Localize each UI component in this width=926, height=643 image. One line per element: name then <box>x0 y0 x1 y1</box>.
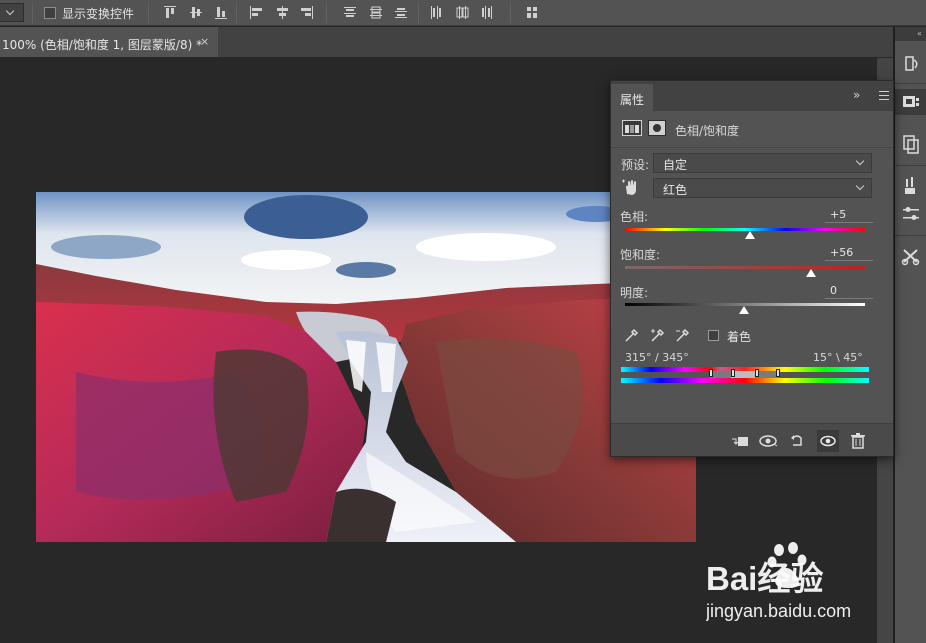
eyedropper-subtract-icon[interactable] <box>674 328 690 344</box>
hue-saturation-icon <box>625 125 639 133</box>
auto-align-icon[interactable] <box>524 4 540 21</box>
clip-to-layer-icon[interactable] <box>729 430 751 452</box>
lightness-label: 明度: <box>620 286 649 300</box>
hue-label: 色相: <box>620 210 649 224</box>
panel-menu-icon[interactable] <box>879 91 889 100</box>
align-top-edges-icon[interactable] <box>162 4 178 21</box>
chevron-down-icon <box>855 156 865 166</box>
layer-comps-icon <box>903 135 919 154</box>
channel-value: 红色 <box>663 183 688 197</box>
distribute-bottom-icon[interactable] <box>393 4 409 21</box>
tab-properties[interactable]: 属性 <box>611 84 653 111</box>
hue-slider-thumb[interactable] <box>745 231 755 239</box>
align-right-edges-icon[interactable] <box>299 4 315 21</box>
range-handle-left-inner[interactable] <box>731 369 735 377</box>
toggle-visibility-icon[interactable] <box>817 430 839 452</box>
dock-divider <box>895 235 926 236</box>
range-left-values: 315° / 345° <box>625 351 689 364</box>
adjustment-name: 色相/饱和度 <box>675 124 740 138</box>
color-range-bar[interactable] <box>709 371 779 378</box>
tab-properties-label: 属性 <box>620 93 645 107</box>
hue-value[interactable]: +5 <box>825 208 873 223</box>
saturation-slider-track[interactable] <box>625 266 865 269</box>
show-transform-controls-label: 显示变换控件 <box>62 7 135 21</box>
lightness-slider-thumb[interactable] <box>739 306 749 314</box>
toolbar-divider <box>418 3 419 23</box>
toolbar-divider <box>510 3 511 23</box>
document-tab[interactable]: 100% (色相/饱和度 1, 图层蒙版/8) * × <box>0 27 218 57</box>
range-right-values: 15° \ 45° <box>813 351 863 364</box>
adjustments-panel-button[interactable] <box>895 201 926 227</box>
toolbar-divider <box>148 3 149 23</box>
collapse-panel-icon[interactable]: » <box>853 88 860 102</box>
align-vertical-centers-icon[interactable] <box>188 4 204 21</box>
saturation-label: 饱和度: <box>620 248 661 262</box>
document-tab-title: 100% (色相/饱和度 1, 图层蒙版/8) * <box>2 38 203 52</box>
show-transform-controls-checkbox[interactable] <box>44 7 56 19</box>
document-image[interactable] <box>36 192 696 542</box>
dock-header[interactable]: « <box>895 27 926 41</box>
distribute-horizontal-centers-icon[interactable] <box>454 4 470 21</box>
distribute-left-icon[interactable] <box>428 4 444 21</box>
auto-select-dropdown[interactable] <box>0 3 24 22</box>
range-handle-right-inner[interactable] <box>755 369 759 377</box>
chevron-down-icon <box>5 6 15 16</box>
chevron-down-icon <box>855 181 865 191</box>
align-bottom-edges-icon[interactable] <box>213 4 229 21</box>
baidu-jingyan-watermark: Bai经验 jingyan.baidu.com <box>706 542 851 621</box>
brush-icon <box>905 177 915 194</box>
tool-presets-panel-button[interactable] <box>895 243 926 269</box>
view-previous-state-icon[interactable] <box>757 430 779 452</box>
properties-panel-button[interactable] <box>895 89 926 115</box>
watermark-logo-text: Bai经验 <box>706 560 823 597</box>
saturation-value[interactable]: +56 <box>825 246 873 261</box>
distribute-top-icon[interactable] <box>342 4 358 21</box>
lightness-value[interactable]: 0 <box>825 284 873 299</box>
distribute-right-icon[interactable] <box>479 4 495 21</box>
layer-comps-panel-button[interactable] <box>895 131 926 157</box>
photoshop-window: 显示变换控件 100% (色相/饱和度 1, 图层蒙版/8) * × « 属性 … <box>0 0 926 643</box>
properties-icon <box>903 96 919 107</box>
expand-panels-icon[interactable]: « <box>917 29 922 38</box>
layer-mask-icon[interactable] <box>648 120 666 136</box>
delete-icon[interactable] <box>847 430 869 452</box>
eyedropper-add-icon[interactable] <box>649 328 665 344</box>
range-handle-left-outer[interactable] <box>709 369 713 377</box>
document-tab-bar: 100% (色相/饱和度 1, 图层蒙版/8) * × <box>0 27 893 57</box>
preset-value: 自定 <box>663 158 688 172</box>
toolbar-divider <box>236 3 237 23</box>
close-icon[interactable]: × <box>200 35 209 48</box>
channel-select[interactable]: 红色 <box>653 178 872 198</box>
adjustments-icon <box>903 207 919 220</box>
panel-divider <box>611 147 893 148</box>
panel-dock: « <box>895 27 926 643</box>
watermark-url: jingyan.baidu.com <box>706 601 851 621</box>
align-left-edges-icon[interactable] <box>248 4 264 21</box>
options-bar: 显示变换控件 <box>0 0 926 26</box>
targeted-adjustment-hand-icon[interactable] <box>621 178 641 198</box>
eyedropper-icon[interactable] <box>623 328 639 344</box>
saturation-slider-thumb[interactable] <box>806 269 816 277</box>
colorize-label: 着色 <box>727 330 752 344</box>
reset-icon[interactable] <box>786 430 808 452</box>
dock-divider <box>895 165 926 166</box>
history-panel-button[interactable] <box>895 51 926 77</box>
dock-divider <box>895 83 926 84</box>
input-color-spectrum <box>621 378 869 383</box>
history-icon <box>905 56 918 71</box>
range-handle-right-outer[interactable] <box>776 369 780 377</box>
preset-label: 预设: <box>621 158 650 172</box>
distribute-vertical-centers-icon[interactable] <box>368 4 384 21</box>
properties-footer <box>611 423 893 456</box>
preset-select[interactable]: 自定 <box>653 153 872 173</box>
adjustment-layer-icon[interactable] <box>622 120 642 136</box>
brush-panel-button[interactable] <box>895 173 926 199</box>
tools-presets-icon <box>901 249 920 266</box>
align-horizontal-centers-icon[interactable] <box>274 4 290 21</box>
properties-panel: 属性 » 色相/饱和度 预设: 自定 红色 色相: +5 饱和度: +56 明度… <box>610 80 894 457</box>
toolbar-divider <box>326 3 327 23</box>
properties-panel-header: 属性 » <box>611 81 893 111</box>
toolbar-divider <box>32 3 33 23</box>
colorize-checkbox[interactable] <box>708 330 719 341</box>
